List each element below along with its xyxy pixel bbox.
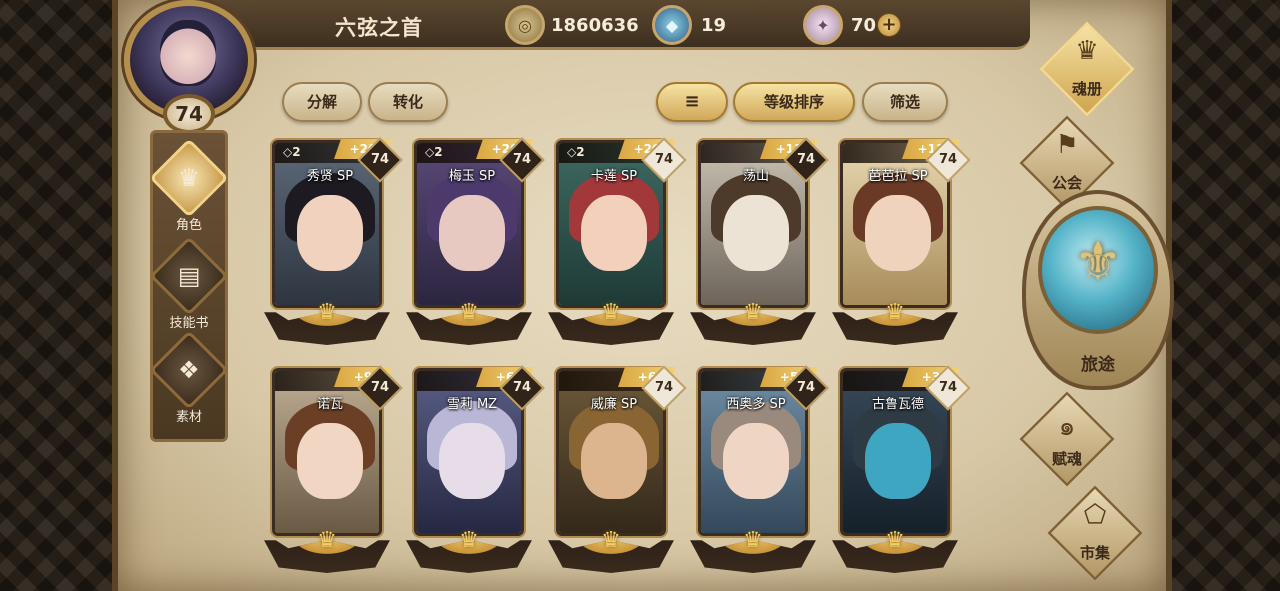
sort-by-level-button[interactable]: 等级排序	[733, 82, 855, 122]
gem-count: 70	[851, 15, 877, 36]
character-card[interactable]: 西奥多 SP +5 74 ♛	[684, 365, 829, 578]
nav-materials[interactable]: ❖ 素材	[149, 330, 229, 425]
card-level-text: 74	[370, 380, 390, 395]
crown-icon: ♛	[601, 300, 621, 325]
crown-icon: ♛	[743, 300, 763, 325]
nav-characters-label: 角色	[175, 218, 202, 233]
card-stars: ◇2	[283, 145, 301, 159]
character-card[interactable]: 古鲁瓦德 +3 74 ♛	[826, 365, 971, 578]
journey-button[interactable]: ⚜ 旅途	[1022, 190, 1174, 390]
portrait-face	[865, 423, 931, 499]
card-level-text: 74	[512, 152, 532, 167]
character-card[interactable]: 威廉 SP +6 74 ♛	[542, 365, 687, 578]
nav-endow-soul[interactable]: ๑ 赋魂	[1002, 391, 1132, 487]
nav-market[interactable]: ⬠ 市集	[1030, 485, 1160, 581]
crown-icon: ♛	[317, 528, 337, 553]
card-stars: ◇2	[425, 145, 443, 159]
crystal-count: 19	[701, 15, 727, 36]
card-level-text: 74	[796, 380, 816, 395]
card-level-text: 74	[654, 380, 674, 395]
sort-order-button[interactable]: ≡	[656, 82, 728, 122]
nav-soul-book[interactable]: ♛ 魂册	[1022, 21, 1152, 117]
skill-book-icon: ▤	[149, 236, 229, 316]
crown-icon: ♛	[459, 528, 479, 553]
nav-skill-books[interactable]: ▤ 技能书	[149, 236, 229, 331]
card-level-text: 74	[796, 152, 816, 167]
add-gem-button[interactable]: +	[877, 13, 901, 37]
character-card[interactable]: 雪莉 MZ +6 74 ♛	[400, 365, 545, 578]
gem-shop-icon: ⬠	[1083, 500, 1107, 530]
material-icon: ❖	[149, 330, 229, 410]
coin-count: 1860636	[551, 15, 639, 36]
player-level-badge: 74	[163, 94, 215, 134]
nav-skill-books-label: 技能书	[169, 316, 209, 331]
portrait-face	[865, 195, 931, 271]
journey-label: 旅途	[1081, 355, 1115, 375]
character-card[interactable]: 芭芭拉 SP +11 74 ♛	[826, 137, 971, 350]
portrait-face	[723, 423, 789, 499]
portrait-face	[297, 423, 363, 499]
filter-button[interactable]: 筛选	[862, 82, 948, 122]
card-level-text: 74	[512, 380, 532, 395]
swirl-icon: ๑	[1058, 412, 1076, 442]
character-card[interactable]: 荡山 +11 74 ♛	[684, 137, 829, 350]
character-card[interactable]: ◇2 秀贤 SP +20 74 ♛	[258, 137, 403, 350]
portrait-face	[439, 195, 505, 271]
crown-icon: ♛	[885, 528, 905, 553]
blue-crystal-icon: ◆	[652, 5, 692, 45]
card-level-text: 74	[938, 152, 958, 167]
character-card[interactable]: 诺瓦 +9 74 ♛	[258, 365, 403, 578]
card-level-text: 74	[654, 152, 674, 167]
journey-emblem-icon: ⚜	[1073, 230, 1123, 293]
card-level-text: 74	[370, 152, 390, 167]
avatar-portrait	[160, 20, 216, 86]
pink-gem-icon: ✦	[803, 5, 843, 45]
nav-materials-label: 素材	[175, 410, 202, 425]
crown-icon: ♛	[317, 300, 337, 325]
nav-market-label: 市集	[1079, 544, 1110, 562]
crown-icon: ♛	[601, 528, 621, 553]
card-stars: ◇2	[567, 145, 585, 159]
player-name: 六弦之首	[335, 16, 423, 40]
character-icon: ♛	[149, 138, 229, 218]
crown-icon: ♛	[459, 300, 479, 325]
decompose-button[interactable]: 分解	[282, 82, 362, 122]
coin-icon: ◎	[505, 5, 545, 45]
sort-lines-icon: ≡	[684, 91, 700, 112]
character-card[interactable]: ◇2 卡莲 SP +20 74 ♛	[542, 137, 687, 350]
crown-icon: ♛	[743, 528, 763, 553]
portrait-face	[297, 195, 363, 271]
portrait-face	[439, 423, 505, 499]
soul-book-icon: ♛	[1075, 36, 1099, 66]
nav-endow-soul-label: 赋魂	[1051, 450, 1082, 468]
nav-soul-book-label: 魂册	[1071, 80, 1102, 98]
nav-characters[interactable]: ♛ 角色	[149, 138, 229, 233]
crown-icon: ♛	[885, 300, 905, 325]
portrait-face	[581, 423, 647, 499]
portrait-face	[723, 195, 789, 271]
character-card[interactable]: ◇2 梅玉 SP +20 74 ♛	[400, 137, 545, 350]
card-level-text: 74	[938, 380, 958, 395]
portrait-face	[581, 195, 647, 271]
convert-button[interactable]: 转化	[368, 82, 448, 122]
guild-icon: ⚑	[1055, 130, 1079, 160]
